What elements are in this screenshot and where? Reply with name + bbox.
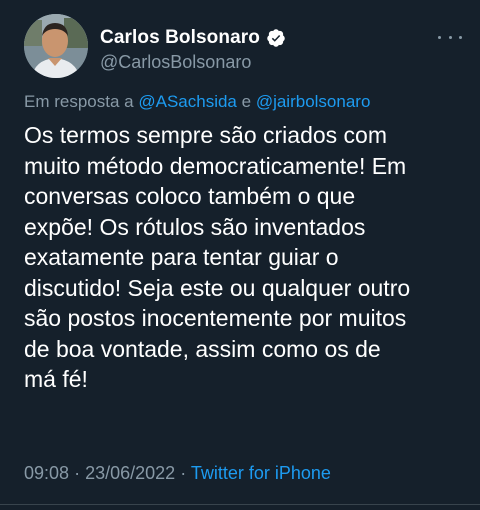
avatar[interactable] bbox=[24, 14, 88, 78]
tweet-header: Carlos Bolsonaro @CarlosBolsonaro bbox=[24, 14, 468, 84]
meta-separator: · bbox=[180, 463, 187, 483]
tweet-source-link[interactable]: Twitter for iPhone bbox=[191, 463, 331, 483]
tweet-text-line: conversas coloco também o que bbox=[24, 183, 356, 209]
display-name[interactable]: Carlos Bolsonaro bbox=[100, 27, 260, 49]
tweet-text-line: exatamente para tentar guiar o bbox=[24, 244, 339, 270]
display-name-row: Carlos Bolsonaro bbox=[100, 26, 286, 50]
tweet-date[interactable]: 23/06/2022 bbox=[85, 463, 175, 483]
author-handle[interactable]: @CarlosBolsonaro bbox=[100, 52, 286, 73]
tweet-text-line: má fé! bbox=[24, 366, 88, 392]
tweet-text-line: são postos inocentemente por muitos bbox=[24, 305, 407, 331]
tweet-text-line: Os termos sempre são criados com bbox=[24, 122, 388, 148]
tweet-text-line: muito método democraticamente! Em bbox=[24, 152, 407, 179]
more-dot bbox=[438, 35, 441, 39]
verified-badge-icon bbox=[266, 28, 286, 48]
tweet-card: Carlos Bolsonaro @CarlosBolsonaro Em res… bbox=[0, 0, 480, 510]
tweet-text-line: expõe! Os rótulos são inventados bbox=[24, 213, 366, 240]
tweet-text: Os termos sempre são criados com muito m… bbox=[24, 120, 476, 395]
reply-context: Em resposta a @ASachsida e @jairbolsonar… bbox=[24, 92, 370, 112]
more-options-icon[interactable] bbox=[438, 30, 462, 44]
tweet-text-line: de boa vontade, assim como os de bbox=[24, 335, 381, 362]
meta-separator: · bbox=[74, 463, 81, 483]
tweet-text-line: discutido! Seja este ou qualquer outro bbox=[24, 274, 411, 301]
reply-mention-jairbolsonaro[interactable]: @jairbolsonaro bbox=[256, 92, 371, 111]
tweet-meta: 09:08 · 23/06/2022 · Twitter for iPhone bbox=[24, 463, 331, 484]
author-names: Carlos Bolsonaro @CarlosBolsonaro bbox=[100, 26, 286, 73]
tweet-time[interactable]: 09:08 bbox=[24, 463, 69, 483]
more-dot bbox=[448, 35, 452, 39]
reply-prefix: Em resposta a bbox=[24, 92, 134, 111]
divider bbox=[0, 504, 480, 505]
reply-conjunction: e bbox=[241, 92, 252, 111]
reply-mention-asachsida[interactable]: @ASachsida bbox=[138, 92, 237, 111]
more-dot bbox=[459, 35, 462, 39]
